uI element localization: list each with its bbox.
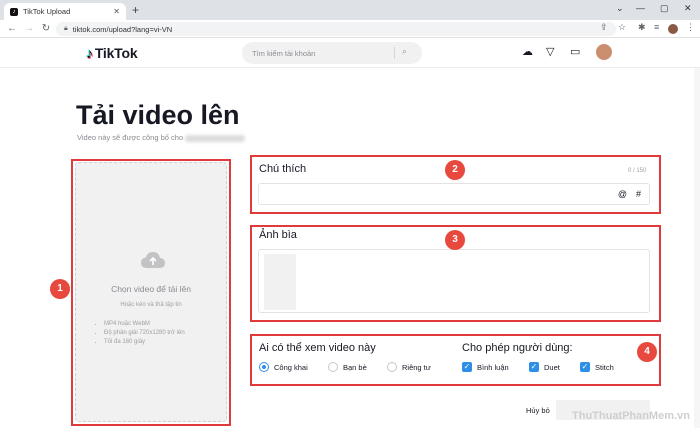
blurred-username	[185, 134, 246, 142]
bookmark-star-icon[interactable]: ☆	[618, 22, 626, 33]
tab-search-icon[interactable]: ⌄	[616, 3, 624, 14]
annotation-badge-4: 4	[637, 342, 657, 362]
cancel-button[interactable]: Hủy bỏ	[526, 406, 550, 415]
subtitle-text: Video này sẽ được công bố cho	[77, 133, 184, 142]
tiktok-logo[interactable]: ♪ TikTok	[86, 45, 138, 61]
search-divider	[394, 47, 395, 59]
send-icon[interactable]: ▽	[546, 45, 554, 58]
reload-icon[interactable]: ↻	[41, 23, 51, 34]
address-bar: ← → ↻ 🔒︎ tiktok.com/upload?lang=vi-VN ⇪ …	[0, 20, 700, 38]
tiktok-header: ♪ TikTok Tìm kiếm tài khoản ⌕ ☁ ▽ ▭	[0, 38, 700, 68]
browser-tab-bar: ♪ TikTok Upload ✕ + ⌄ — ▢ ✕	[0, 0, 700, 20]
url-field[interactable]: 🔒︎ tiktok.com/upload?lang=vi-VN	[56, 22, 616, 36]
maximize-icon[interactable]: ▢	[660, 3, 669, 14]
tiktok-favicon-icon: ♪	[10, 7, 18, 16]
lock-icon: 🔒︎	[64, 25, 68, 32]
back-icon[interactable]: ←	[7, 23, 17, 34]
inbox-icon[interactable]: ▭	[570, 45, 580, 58]
search-placeholder: Tìm kiếm tài khoản	[252, 48, 316, 58]
logo-text: TikTok	[94, 45, 138, 61]
share-icon[interactable]: ⇪	[600, 22, 608, 33]
url-text: tiktok.com/upload?lang=vi-VN	[72, 24, 173, 34]
extensions-icon[interactable]: ✱	[638, 22, 646, 33]
tiktok-note-icon: ♪	[86, 45, 93, 61]
annotation-badge-3: 3	[445, 230, 465, 250]
browser-menu-icon[interactable]: ⋮	[686, 22, 695, 33]
watermark: ThuThuatPhanMem.vn	[572, 410, 690, 422]
annotation-box-1	[71, 159, 231, 426]
new-tab-icon[interactable]: +	[132, 3, 139, 17]
close-tab-icon[interactable]: ✕	[113, 7, 120, 16]
page-title: Tải video lên	[76, 100, 240, 130]
upload-cloud-icon[interactable]: ☁	[522, 45, 533, 58]
browser-profile-avatar[interactable]	[668, 24, 678, 34]
annotation-badge-2: 2	[445, 160, 465, 180]
tab-title: TikTok Upload	[23, 7, 71, 16]
browser-tab[interactable]: ♪ TikTok Upload ✕	[4, 3, 126, 20]
annotation-badge-1: 1	[50, 279, 70, 299]
search-icon[interactable]: ⌕	[402, 46, 407, 57]
scrollbar[interactable]	[694, 68, 700, 428]
forward-icon[interactable]: →	[24, 23, 34, 34]
close-window-icon[interactable]: ✕	[684, 3, 692, 14]
minimize-icon[interactable]: —	[636, 3, 645, 13]
page-subtitle: Video này sẽ được công bố cho	[77, 133, 246, 142]
search-input[interactable]: Tìm kiếm tài khoản ⌕	[242, 42, 422, 64]
avatar[interactable]	[596, 44, 612, 60]
annotation-box-4	[250, 334, 661, 386]
reading-list-icon[interactable]: ≡	[654, 22, 659, 32]
